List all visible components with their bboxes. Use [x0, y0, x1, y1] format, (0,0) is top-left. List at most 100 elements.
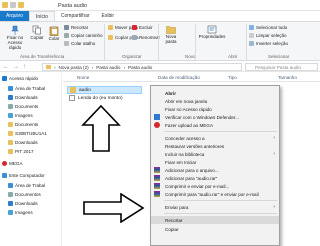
- shortcut-icon: [64, 41, 69, 46]
- nav-item-mega[interactable]: MEGA: [2, 161, 23, 166]
- select-all-button[interactable]: Selecionar tudo: [249, 25, 287, 30]
- nav-buttons: ← → ↑: [3, 64, 26, 70]
- select-none-button[interactable]: Limpar seleção: [249, 33, 287, 38]
- address-bar-row: ← → ↑ › Nova pasta (2) › Pasta audio › P…: [0, 62, 320, 72]
- picture-icon: [8, 210, 13, 215]
- menu-item-send-to[interactable]: Enviar para ›: [151, 203, 279, 211]
- nav-item-pc-desktop[interactable]: Área de Trabal: [8, 183, 45, 188]
- menu-item-label: Abrir: [165, 90, 176, 96]
- breadcrumb-item[interactable]: Nova pasta (2): [59, 65, 89, 70]
- paste-button[interactable]: Colar: [46, 25, 62, 41]
- menu-item-open[interactable]: Abrir: [151, 89, 279, 97]
- desktop-icon: [8, 183, 13, 188]
- paste-shortcut-button[interactable]: Colar atalho: [64, 41, 95, 46]
- nav-item-label: Este Computador: [9, 173, 45, 178]
- list-item[interactable]: Lenda do (eu monto): [69, 95, 123, 101]
- folder-icon: [8, 122, 13, 127]
- nav-item-pc-downloads[interactable]: Downloads: [8, 201, 38, 206]
- breadcrumb[interactable]: › Nova pasta (2) › Pasta audio › Pasta a…: [42, 63, 242, 71]
- invert-selection-icon: [249, 41, 254, 46]
- column-header-date[interactable]: Data de modificação: [158, 75, 200, 80]
- nav-item-label: Downloads: [15, 140, 38, 145]
- nav-item-quick-access[interactable]: Acesso rápido: [2, 76, 38, 81]
- menu-item-cut[interactable]: Recortar: [151, 216, 279, 224]
- properties-button[interactable]: Propriedades: [198, 25, 226, 39]
- quick-access-toolbar: [2, 2, 24, 8]
- nav-item-pc-documents[interactable]: Documentos: [8, 192, 41, 197]
- menu-item-copy[interactable]: Copiar: [151, 225, 279, 233]
- column-header-name[interactable]: Nome: [77, 75, 89, 80]
- pin-label: Fixar no Acesso rápido: [6, 35, 24, 50]
- new-folder-button[interactable]: Nova pasta: [160, 25, 182, 44]
- title-bar: Pasta audio: [0, 0, 320, 11]
- document-icon: [8, 192, 13, 197]
- menu-item-pin-start[interactable]: Fixar em Iniciar: [151, 158, 279, 166]
- menu-item-add-archive[interactable]: Adicionar para o arquivo...: [151, 166, 279, 174]
- nav-item-documents[interactable]: Documents: [8, 104, 38, 109]
- menu-item-label: Copiar: [165, 226, 179, 232]
- new-folder-icon[interactable]: [18, 2, 24, 8]
- menu-item-defender-scan[interactable]: Verificar com o Windows Defender...: [151, 113, 279, 121]
- tab-home[interactable]: Início: [28, 11, 55, 21]
- invert-selection-button[interactable]: Inverter seleção: [249, 41, 288, 46]
- menu-item-open-new-window[interactable]: Abrir em nova janela: [151, 97, 279, 105]
- nav-item-label: Imagens: [15, 210, 33, 215]
- nav-item-documents-folder[interactable]: Documents: [8, 122, 38, 127]
- menu-item-restore-versions[interactable]: Restaurar versões anteriores: [151, 142, 279, 150]
- nav-item-this-pc[interactable]: Este Computador: [2, 173, 45, 178]
- download-icon: [8, 201, 13, 206]
- window-title: Pasta audio: [58, 3, 88, 9]
- column-header-type[interactable]: Tipo: [228, 75, 237, 80]
- forward-icon[interactable]: →: [13, 64, 19, 70]
- menu-item-compress-email[interactable]: Comprimir e enviar por e-mail...: [151, 182, 279, 190]
- nav-item-downloads-folder[interactable]: Downloads: [8, 140, 38, 145]
- menu-item-include-library[interactable]: Incluir na biblioteca ›: [151, 150, 279, 158]
- search-input[interactable]: Pesquisar Pasta audio: [245, 63, 318, 71]
- menu-item-add-rar[interactable]: Adicionar para "audio.rar": [151, 174, 279, 182]
- defender-icon: [154, 114, 160, 120]
- tab-share[interactable]: Compartilhar: [55, 11, 96, 21]
- pin-quick-access-button[interactable]: Fixar no Acesso rápido: [2, 25, 28, 50]
- properties-icon[interactable]: [10, 2, 16, 8]
- move-icon: [108, 25, 113, 30]
- delete-button[interactable]: Excluir: [132, 25, 153, 30]
- menu-item-pin-quick-access[interactable]: Fixar no Acesso rápido: [151, 105, 279, 113]
- tab-file[interactable]: Arquivo: [0, 11, 29, 21]
- cut-button[interactable]: Recortar: [64, 25, 88, 30]
- back-icon[interactable]: ←: [3, 64, 9, 70]
- tab-view[interactable]: Exibir: [96, 11, 121, 21]
- download-icon: [8, 95, 13, 100]
- up-icon[interactable]: ↑: [23, 64, 26, 70]
- copy-label: Copiar: [30, 35, 44, 40]
- ribbon-separator: [195, 24, 196, 60]
- new-folder-icon: [166, 26, 176, 34]
- copy-button[interactable]: Copiar: [29, 25, 45, 40]
- mega-icon: [154, 122, 160, 128]
- nav-item-downloads[interactable]: Downloads: [8, 95, 38, 100]
- copy-path-button[interactable]: Copiar caminho: [64, 33, 103, 38]
- document-icon: [69, 95, 75, 101]
- nav-item-pit[interactable]: PIT 2017: [8, 149, 34, 154]
- column-header-size[interactable]: Tamanho: [278, 75, 297, 80]
- organize-group-label: Organizar: [122, 54, 142, 59]
- cut-label: Recortar: [71, 25, 89, 30]
- rename-label: Renomear: [139, 35, 161, 40]
- copy-icon: [32, 25, 41, 35]
- menu-item-mega-upload[interactable]: Fazer upload ao MEGA: [151, 121, 279, 129]
- nav-item-pc-pictures[interactable]: Imagens: [8, 210, 33, 215]
- nav-item-s30[interactable]: S30BTUBU1A1: [8, 131, 47, 136]
- folder-icon[interactable]: [2, 2, 8, 8]
- nav-item-desktop[interactable]: Área de Trabal: [8, 86, 45, 91]
- nav-item-pictures[interactable]: Imagens: [8, 113, 33, 118]
- copy-path-label: Copiar caminho: [71, 33, 103, 38]
- menu-item-give-access[interactable]: Conceder acesso a ›: [151, 134, 279, 142]
- nav-item-label: Área de Trabal: [15, 86, 46, 91]
- rename-button[interactable]: Renomear: [132, 35, 160, 40]
- folder-icon: [8, 131, 13, 136]
- menu-item-label: Comprimir para "audio.rar" e enviar por …: [165, 191, 259, 197]
- breadcrumb-item[interactable]: Pasta audio: [96, 65, 120, 70]
- breadcrumb-item[interactable]: Pasta audio: [128, 65, 152, 70]
- list-item[interactable]: audio: [67, 86, 142, 94]
- menu-item-compress-rar-email[interactable]: Comprimir para "audio.rar" e enviar por …: [151, 190, 279, 198]
- properties-label: Propriedades: [198, 34, 226, 39]
